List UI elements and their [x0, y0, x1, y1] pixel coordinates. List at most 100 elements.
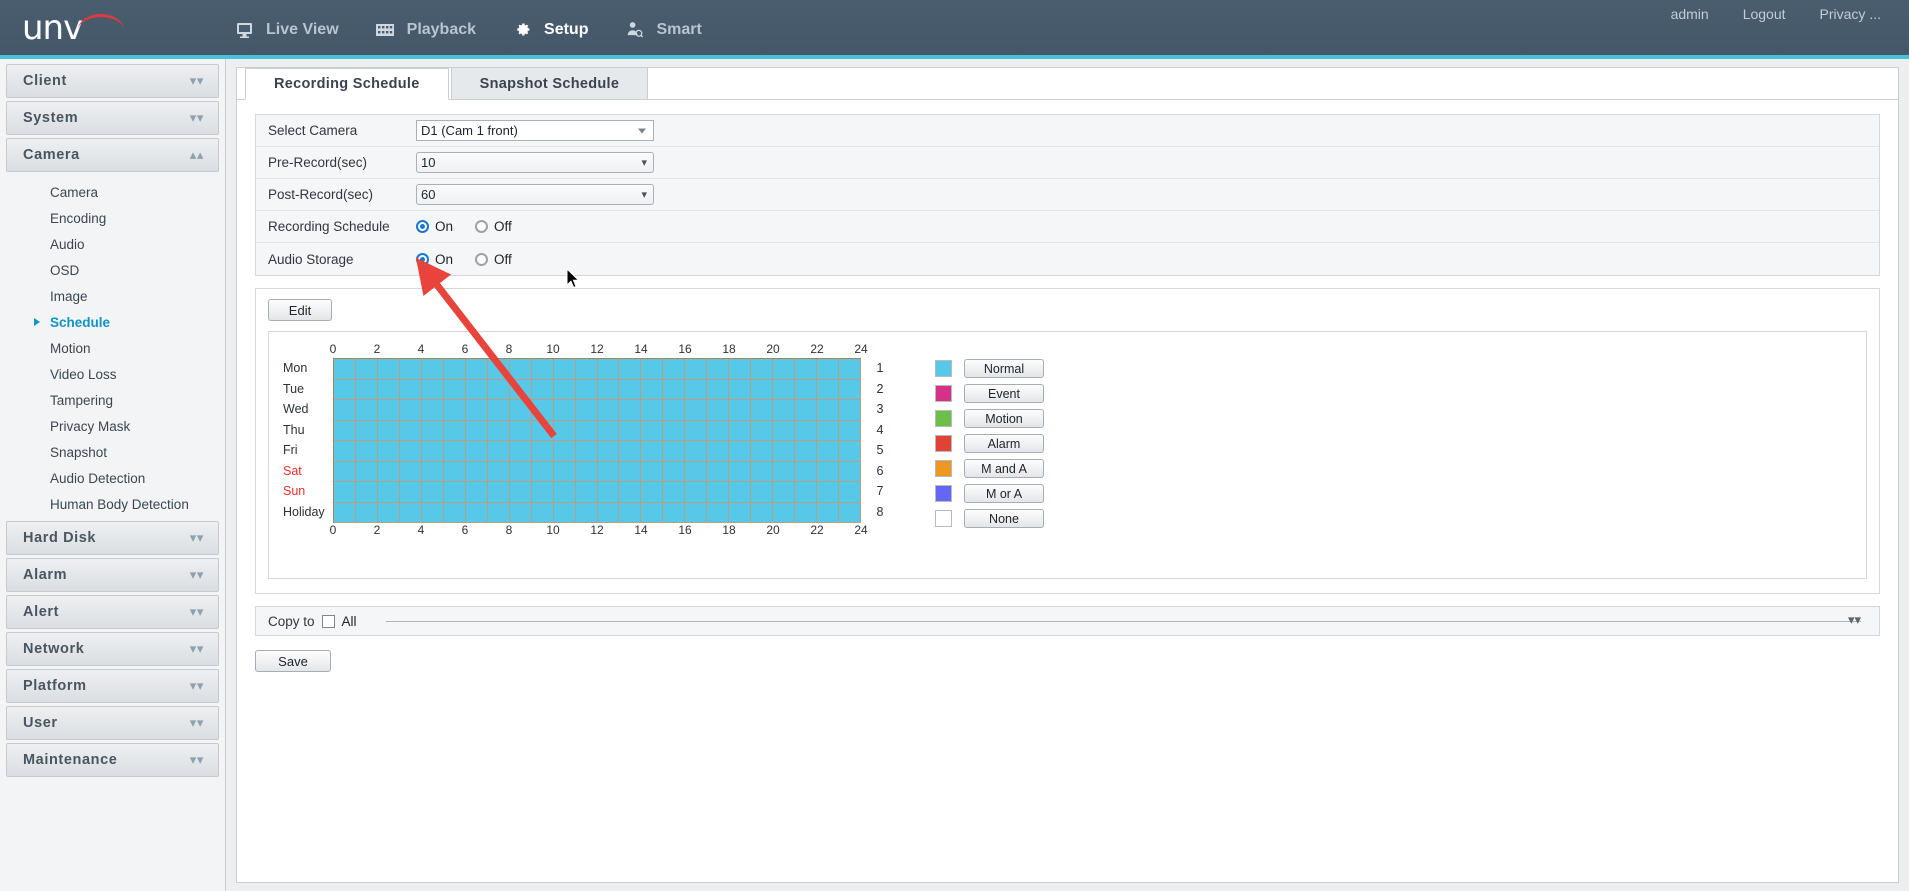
schedule-cell[interactable]	[465, 400, 488, 421]
schedule-cell[interactable]	[421, 461, 444, 482]
schedule-cell[interactable]	[509, 482, 532, 503]
schedule-cell[interactable]	[663, 420, 686, 441]
schedule-cell[interactable]	[663, 400, 686, 421]
schedule-cell[interactable]	[817, 420, 840, 441]
copy-to-all-checkbox[interactable]	[321, 614, 335, 628]
schedule-cell[interactable]	[355, 482, 378, 503]
schedule-cell[interactable]	[619, 441, 642, 462]
schedule-cell[interactable]	[795, 482, 818, 503]
schedule-cell[interactable]	[421, 482, 444, 503]
schedule-cell[interactable]	[685, 441, 708, 462]
schedule-cell[interactable]	[399, 359, 422, 380]
schedule-cell[interactable]	[421, 502, 444, 523]
schedule-cell[interactable]	[773, 502, 796, 523]
sidebar-item-image[interactable]: Image	[6, 283, 219, 309]
schedule-cell[interactable]	[443, 400, 466, 421]
schedule-cell[interactable]	[729, 379, 752, 400]
schedule-cell[interactable]	[663, 461, 686, 482]
schedule-cell[interactable]	[597, 400, 620, 421]
schedule-cell[interactable]	[509, 400, 532, 421]
audio-storage-on-radio[interactable]	[416, 252, 429, 266]
sidebar-group-user[interactable]: User ▾▾	[6, 706, 219, 740]
legend-button[interactable]: M or A	[964, 484, 1044, 503]
schedule-cell[interactable]	[773, 461, 796, 482]
schedule-cell[interactable]	[597, 379, 620, 400]
schedule-cell[interactable]	[685, 379, 708, 400]
schedule-cell[interactable]	[817, 482, 840, 503]
schedule-cell[interactable]	[619, 461, 642, 482]
sidebar-group-maintenance[interactable]: Maintenance ▾▾	[6, 743, 219, 777]
schedule-cell[interactable]	[729, 502, 752, 523]
schedule-cell[interactable]	[399, 420, 422, 441]
schedule-cell[interactable]	[399, 482, 422, 503]
schedule-cell[interactable]	[619, 482, 642, 503]
schedule-cell[interactable]	[751, 482, 774, 503]
recording-schedule-on-radio[interactable]	[416, 220, 429, 233]
schedule-cell[interactable]	[641, 420, 664, 441]
legend-swatch[interactable]	[935, 360, 952, 377]
schedule-cell[interactable]	[509, 461, 532, 482]
schedule-cell[interactable]	[355, 379, 378, 400]
schedule-cell[interactable]	[575, 379, 598, 400]
schedule-cell[interactable]	[377, 482, 400, 503]
schedule-cell[interactable]	[795, 441, 818, 462]
sidebar-group-alarm[interactable]: Alarm ▾▾	[6, 558, 219, 592]
schedule-cell[interactable]	[707, 400, 730, 421]
schedule-cell[interactable]	[663, 379, 686, 400]
schedule-cell[interactable]	[334, 420, 356, 441]
schedule-cell[interactable]	[773, 441, 796, 462]
schedule-cell[interactable]	[619, 379, 642, 400]
schedule-cell[interactable]	[421, 359, 444, 380]
schedule-cell[interactable]	[751, 461, 774, 482]
schedule-cell[interactable]	[619, 502, 642, 523]
edit-button[interactable]: Edit	[268, 299, 332, 321]
legend-button[interactable]: Event	[964, 384, 1044, 403]
schedule-cell[interactable]	[334, 379, 356, 400]
schedule-cell[interactable]	[707, 482, 730, 503]
schedule-cell[interactable]	[663, 441, 686, 462]
schedule-cell[interactable]	[773, 482, 796, 503]
schedule-cell[interactable]	[553, 400, 576, 421]
privacy-link[interactable]: Privacy ...	[1820, 6, 1881, 22]
legend-swatch[interactable]	[935, 435, 952, 452]
schedule-cell[interactable]	[509, 441, 532, 462]
sidebar-item-privacy-mask[interactable]: Privacy Mask	[6, 413, 219, 439]
schedule-cell[interactable]	[443, 461, 466, 482]
schedule-cell[interactable]	[773, 400, 796, 421]
sidebar-item-video-loss[interactable]: Video Loss	[6, 361, 219, 387]
sidebar-item-osd[interactable]: OSD	[6, 257, 219, 283]
schedule-cell[interactable]	[487, 461, 510, 482]
schedule-cell[interactable]	[817, 461, 840, 482]
schedule-cell[interactable]	[465, 461, 488, 482]
schedule-cell[interactable]	[619, 359, 642, 380]
schedule-cell[interactable]	[663, 502, 686, 523]
schedule-cell[interactable]	[685, 502, 708, 523]
schedule-cell[interactable]	[751, 400, 774, 421]
pre-record-dropdown[interactable]: 10 ▾	[416, 152, 654, 173]
schedule-cell[interactable]	[509, 420, 532, 441]
schedule-cell[interactable]	[795, 379, 818, 400]
schedule-cell[interactable]	[334, 482, 356, 503]
sidebar-item-motion[interactable]: Motion	[6, 335, 219, 361]
schedule-cell[interactable]	[839, 502, 861, 523]
schedule-cell[interactable]	[663, 359, 686, 380]
schedule-cell[interactable]	[531, 461, 554, 482]
save-button[interactable]: Save	[255, 650, 331, 672]
legend-button[interactable]: None	[964, 509, 1044, 528]
schedule-cell[interactable]	[443, 420, 466, 441]
schedule-cell[interactable]	[487, 420, 510, 441]
nav-item-setup[interactable]: Setup	[494, 0, 607, 59]
schedule-cell[interactable]	[773, 379, 796, 400]
sidebar-item-snapshot[interactable]: Snapshot	[6, 439, 219, 465]
legend-swatch[interactable]	[935, 485, 952, 502]
schedule-cell[interactable]	[795, 420, 818, 441]
schedule-cell[interactable]	[773, 359, 796, 380]
sidebar-item-audio[interactable]: Audio	[6, 231, 219, 257]
sidebar-item-tampering[interactable]: Tampering	[6, 387, 219, 413]
schedule-cell[interactable]	[575, 441, 598, 462]
recording-schedule-off-radio[interactable]	[475, 220, 489, 233]
schedule-cell[interactable]	[421, 400, 444, 421]
legend-swatch[interactable]	[935, 460, 952, 477]
schedule-cell[interactable]	[443, 379, 466, 400]
schedule-cell[interactable]	[399, 461, 422, 482]
